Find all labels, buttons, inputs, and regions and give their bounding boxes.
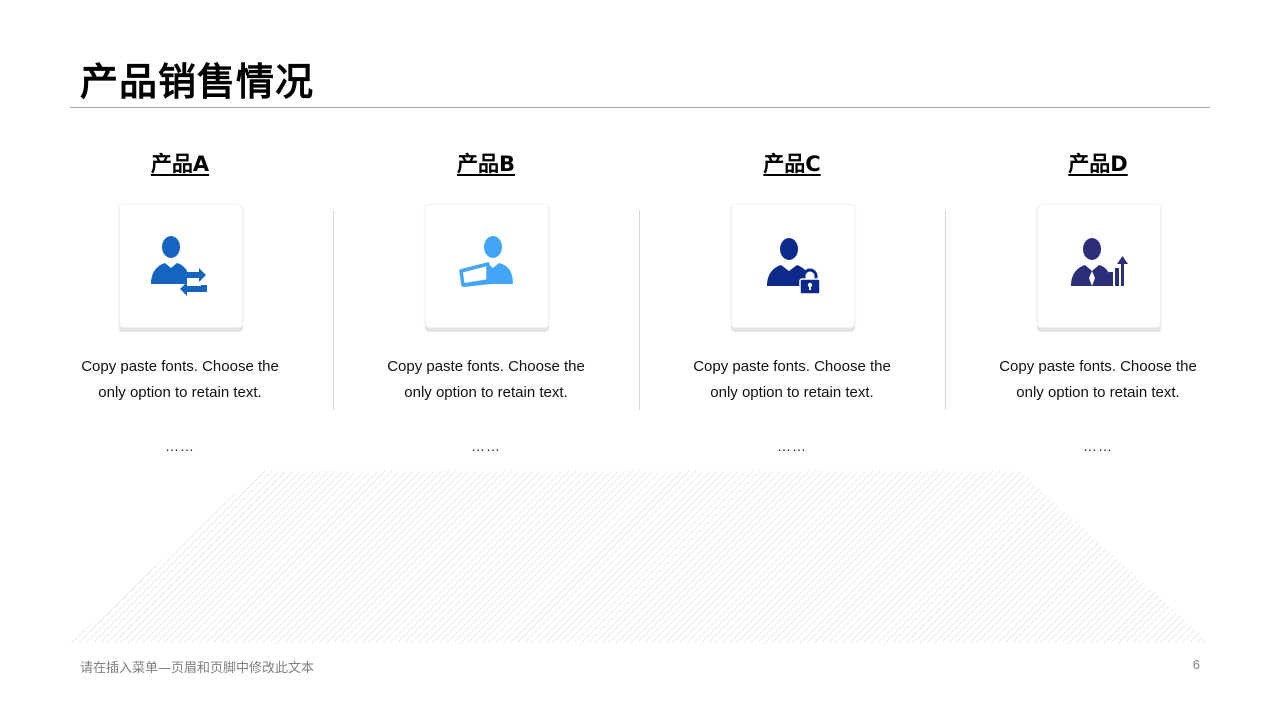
icon-card: [119, 204, 243, 328]
description-line: only option to retain text.: [98, 384, 262, 401]
product-column-c: 产品C Copy paste fonts. Choose the only op…: [639, 140, 945, 454]
description-line: Copy paste fonts. Choose the: [999, 358, 1197, 375]
description-line: Copy paste fonts. Choose the: [387, 358, 585, 375]
more-ellipsis: ……: [471, 438, 501, 454]
title-divider: [70, 107, 1210, 108]
page-title: 产品销售情况: [80, 60, 315, 104]
more-ellipsis: ……: [165, 438, 195, 454]
product-column-a: 产品A Copy paste fonts. Choose the only op…: [27, 140, 333, 454]
more-ellipsis: ……: [1083, 438, 1113, 454]
product-title: 产品C: [763, 152, 821, 176]
icon-card: [1037, 204, 1161, 328]
icon-card: [425, 204, 549, 328]
product-description: Copy paste fonts. Choose the only option…: [333, 354, 639, 406]
product-description: Copy paste fonts. Choose the only option…: [27, 354, 333, 406]
user-laptop-icon: [459, 236, 513, 287]
product-description: Copy paste fonts. Choose the only option…: [639, 354, 945, 406]
product-column-d: 产品D Copy paste fonts. Choose the only op…: [945, 140, 1251, 454]
page-number: 6: [1192, 657, 1200, 672]
footer-text: 请在插入菜单—页眉和页脚中修改此文本: [80, 661, 315, 676]
user-chart-icon: [1071, 238, 1128, 286]
user-lock-icon: [767, 238, 821, 295]
icon-card: [731, 204, 855, 328]
description-line: Copy paste fonts. Choose the: [693, 358, 891, 375]
description-line: only option to retain text.: [404, 384, 568, 401]
product-column-b: 产品B Copy paste fonts. Choose the only op…: [333, 140, 639, 454]
description-line: Copy paste fonts. Choose the: [81, 358, 279, 375]
description-line: only option to retain text.: [1016, 384, 1180, 401]
product-description: Copy paste fonts. Choose the only option…: [945, 354, 1251, 406]
description-line: only option to retain text.: [710, 384, 874, 401]
more-ellipsis: ……: [777, 438, 807, 454]
product-title: 产品D: [1068, 152, 1128, 176]
product-title: 产品B: [456, 152, 515, 176]
product-title: 产品A: [150, 152, 210, 176]
user-sync-icon: [151, 236, 207, 296]
